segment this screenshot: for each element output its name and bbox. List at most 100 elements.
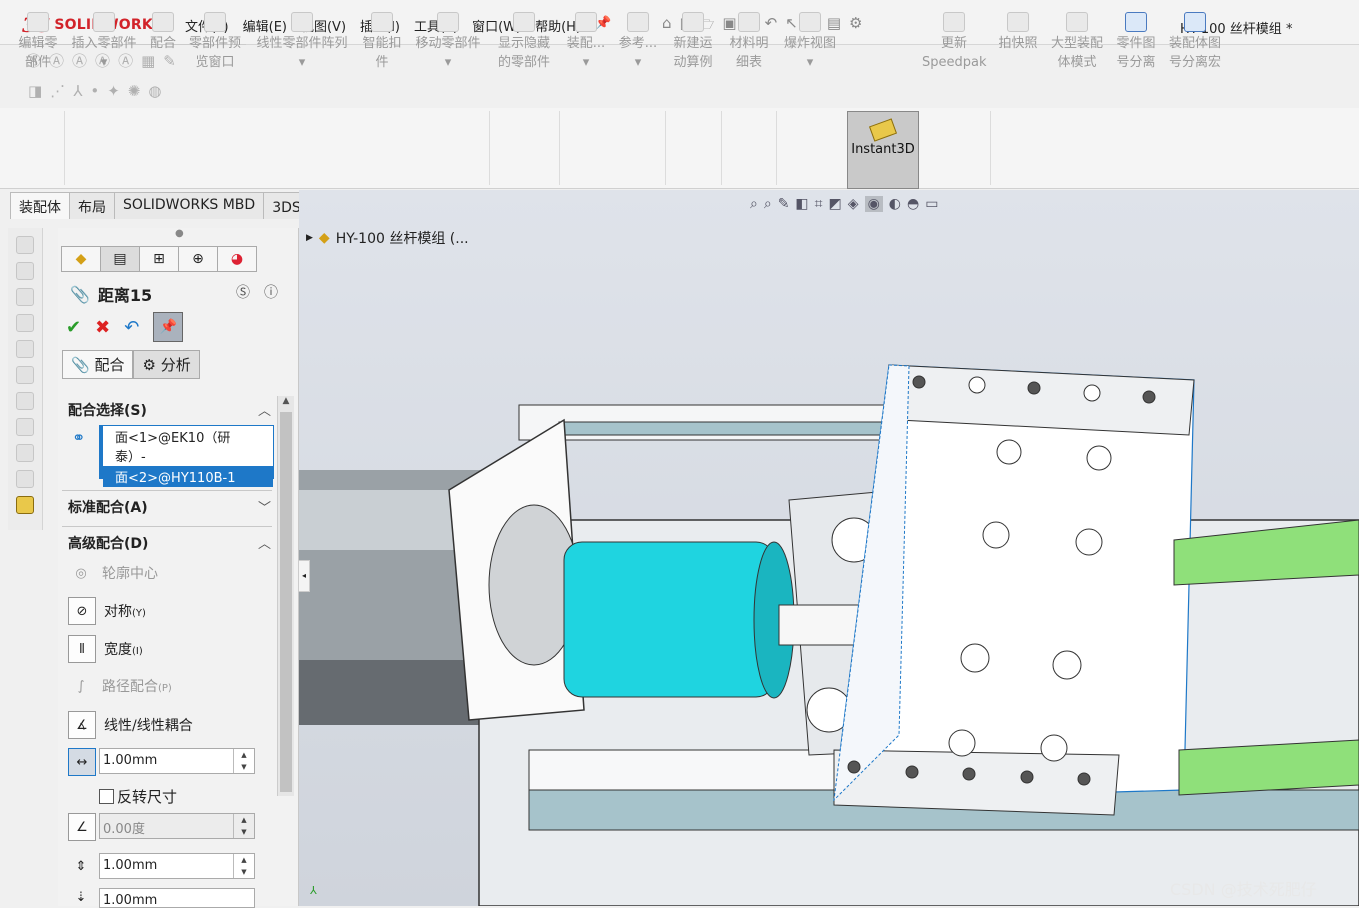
max-spin-arrows[interactable]: ▲ ▼ (233, 854, 254, 878)
cube-icon[interactable] (16, 288, 34, 306)
component-icon[interactable] (16, 236, 34, 254)
panel-grip-icon[interactable]: ● (175, 228, 184, 239)
distance-icon[interactable]: ↔ (68, 748, 96, 776)
help-icon[interactable]: ⓘ (264, 282, 278, 302)
point-icon[interactable]: • (90, 82, 99, 100)
angle-icon[interactable]: ∠ (68, 813, 96, 841)
section-view-icon[interactable]: ◧ (795, 196, 808, 212)
reference-geometry-button[interactable]: 参考... ▾ (614, 0, 662, 80)
view-orientation-icon[interactable]: ◩ (829, 196, 842, 212)
min-distance-icon[interactable]: ⇣ (68, 888, 94, 906)
undo-icon[interactable]: ↶ (124, 317, 139, 338)
distance-input[interactable]: 1.00mm ▲ ▼ (99, 748, 255, 774)
instant3d-button[interactable]: Instant3D (847, 111, 919, 189)
scroll-thumb[interactable] (280, 412, 292, 792)
tab-mbd[interactable]: SOLIDWORKS MBD (114, 192, 265, 219)
max-distance-input[interactable]: 1.00mm ▲ ▼ (99, 853, 255, 879)
path-mate-option[interactable]: ∫ 路径配合(P) (68, 673, 172, 699)
component-icon-2[interactable] (16, 262, 34, 280)
cancel-x-icon[interactable]: ✖ (95, 317, 110, 338)
mate-button[interactable]: 配合 (144, 0, 182, 80)
tab-dimxpert[interactable]: ⊕ (178, 246, 218, 272)
instant3d-icon[interactable] (16, 496, 34, 514)
model-viewport[interactable] (299, 190, 1359, 906)
component-preview-button[interactable]: 零部件预 览窗口 (184, 0, 246, 80)
tab-layout[interactable]: 布局 (69, 192, 115, 219)
assembly-features-button[interactable]: 装配... ▾ (562, 0, 610, 80)
tab-configuration-manager[interactable]: ⊞ (139, 246, 179, 272)
bounding-box-icon[interactable]: ◍ (148, 82, 161, 100)
previous-view-icon[interactable]: ✎ (778, 196, 790, 212)
edit-component-button[interactable]: 编辑零 部件 (14, 0, 62, 80)
show-hidden-button[interactable]: 显示隐藏 的零部件 (492, 0, 556, 80)
mate-reference-icon[interactable]: ✦ (107, 82, 120, 100)
expand-arrow-icon[interactable]: ▶ (306, 233, 313, 243)
linear-coupler-option[interactable]: ∡ 线性/线性耦合 (68, 711, 193, 739)
selection-list[interactable]: 面<1>@EK10（研泰）- 面<2>@HY110B-1 (99, 425, 274, 487)
max-distance-icon[interactable]: ⇕ (68, 853, 94, 879)
insert-components-button[interactable]: 插入零部件 ▾ (66, 0, 142, 80)
plane-icon[interactable]: ◨ (28, 82, 42, 100)
spring-icon[interactable] (16, 470, 34, 488)
section-mate-selections[interactable]: 配合选择(S) (68, 400, 147, 420)
angle-spin-arrows[interactable]: ▲ ▼ (233, 814, 254, 838)
display-style-icon[interactable]: ◈ (848, 196, 859, 212)
width-option[interactable]: ⫴ 宽度(I) (68, 635, 143, 663)
scroll-up-arrow-icon[interactable]: ▲ (278, 396, 294, 406)
part-number-split-button[interactable]: 零件图 号分离 (1110, 0, 1162, 80)
cube-icon-2[interactable] (16, 366, 34, 384)
graphics-area[interactable] (299, 190, 1359, 906)
pattern-icon[interactable] (16, 418, 34, 436)
subtab-analysis[interactable]: ⚙ 分析 (133, 350, 200, 379)
tab-display-manager[interactable]: ◕ (217, 246, 257, 272)
hide-show-items-icon[interactable]: ◉ (864, 196, 883, 212)
smart-fasteners-button[interactable]: 智能扣件 (358, 0, 406, 80)
feature-tree-flyout[interactable]: ▶ ◆ HY-100 丝杆模组 (... (306, 228, 469, 248)
move-component-button[interactable]: 移动零部件 ▾ (410, 0, 486, 80)
panel-splitter-handle[interactable]: ◂ (298, 560, 310, 592)
take-snapshot-button[interactable]: 拍快照 (994, 0, 1042, 80)
selection-item-2[interactable]: 面<2>@HY110B-1 (103, 466, 273, 487)
edit-appearance-icon[interactable]: ◐ (889, 196, 901, 212)
flip-dimension-checkbox-row[interactable]: 反转尺寸 (99, 786, 177, 807)
selection-item-1[interactable]: 面<1>@EK10（研泰）- (103, 426, 273, 466)
dynamic-annotation-icon[interactable]: ⌗ (815, 196, 823, 212)
tab-feature-tree[interactable]: ◆ (61, 246, 101, 272)
options-gear-icon[interactable]: ⚙ (849, 14, 862, 39)
new-motion-study-button[interactable]: 新建运 动算例 (668, 0, 718, 80)
distance-spin-arrows[interactable]: ▲ ▼ (233, 749, 254, 773)
coordinate-system-icon[interactable]: ⅄ (73, 82, 82, 100)
axis-icon[interactable]: ⋰ (50, 82, 65, 100)
ok-check-icon[interactable]: ✔ (66, 317, 81, 338)
tab-property-manager[interactable]: ▤ (100, 246, 140, 272)
apply-scene-icon[interactable]: ◓ (907, 196, 919, 212)
view-settings-icon[interactable]: ▭ (925, 196, 938, 212)
assembly-number-split-macro-button[interactable]: 装配体图 号分离宏 (1164, 0, 1226, 80)
section-advanced-mates[interactable]: 高级配合(D) (68, 533, 148, 553)
min-distance-input[interactable]: 1.00mm (99, 888, 255, 908)
linear-pattern-button[interactable]: 线性零部件阵列 ▾ (250, 0, 354, 80)
revolve-icon[interactable] (16, 340, 34, 358)
keep-visible-pin-icon[interactable]: 📌 (153, 312, 184, 342)
update-speedpak-button[interactable]: 更新 Speedpak (922, 0, 987, 80)
expand-chevron-icon[interactable]: ﹀ (258, 497, 271, 516)
exploded-view-button[interactable]: 爆炸视图 ▾ (779, 0, 841, 80)
gear-icon[interactable] (16, 392, 34, 410)
center-mass-icon[interactable]: ✺ (128, 82, 141, 100)
bill-of-materials-button[interactable]: 材料明 细表 (724, 0, 774, 80)
zoom-to-fit-icon[interactable]: ⌕ (750, 196, 758, 212)
symmetric-option[interactable]: ⊘ 对称(Y) (68, 597, 146, 625)
pm-scrollbar[interactable]: ▲ (277, 396, 294, 796)
mirror-icon[interactable] (16, 444, 34, 462)
profile-center-option[interactable]: ◎ 轮廓中心 (68, 560, 158, 586)
large-assembly-button[interactable]: 大型装配 体模式 (1046, 0, 1108, 80)
flip-dimension-checkbox[interactable] (99, 789, 114, 804)
section-standard-mates[interactable]: 标准配合(A) (68, 497, 148, 517)
extrude-icon[interactable] (16, 314, 34, 332)
collapse-chevron-icon[interactable]: ︿ (258, 533, 271, 552)
collapse-chevron-icon[interactable]: ︿ (258, 400, 271, 419)
angle-input[interactable]: 0.00度 ▲ ▼ (99, 813, 255, 839)
whats-wrong-help-icon[interactable]: Ⓢ (236, 282, 250, 302)
subtab-mates[interactable]: 📎 配合 (62, 350, 134, 379)
zoom-area-icon[interactable]: ⌕ (764, 196, 772, 212)
